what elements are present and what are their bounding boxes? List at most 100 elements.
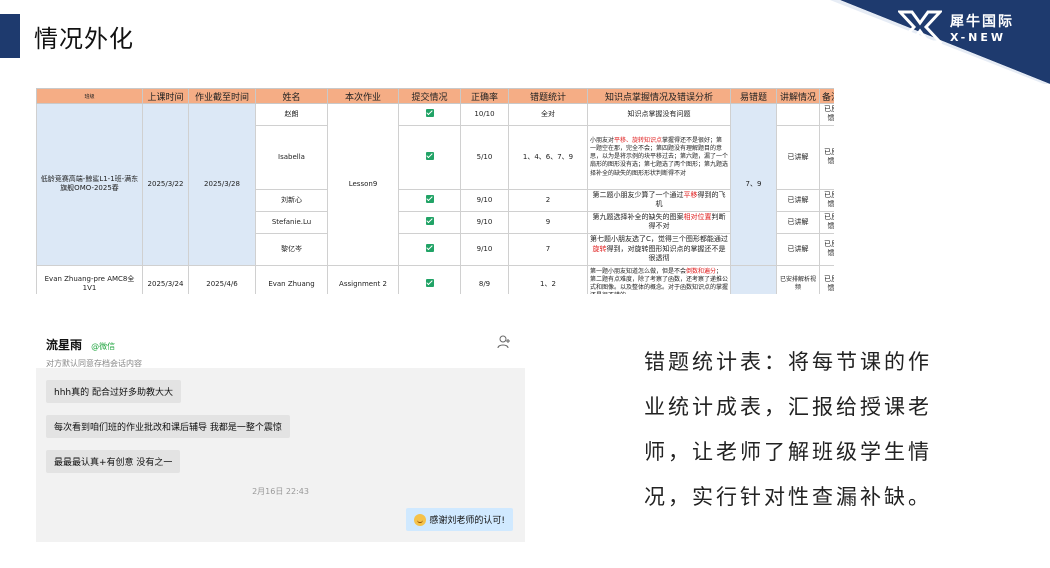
col-header: 正确率	[460, 88, 509, 104]
analysis-text: 第七题小朋友选了C，觉得三个图形都能通过	[590, 235, 728, 244]
deadline-cell: 2025/3/28	[188, 103, 256, 266]
col-header: 上课时间	[142, 88, 189, 104]
chat-timestamp: 2月16日 22:43	[252, 487, 309, 496]
chat-message: hhh真的 配合过好多助教大大	[46, 380, 181, 403]
col-header: 本次作业	[327, 88, 399, 104]
errors-cell: 全对	[508, 103, 588, 126]
date-cell: 2025/3/24	[142, 264, 189, 294]
chat-contact-name: 流星雨	[46, 338, 83, 352]
col-header: 姓名	[255, 88, 328, 104]
homework-cell: Lesson9	[327, 103, 399, 266]
errors-cell: 2	[508, 188, 588, 212]
class-cell: Evan Zhuang-pre AMC8全1V1	[36, 264, 143, 294]
explain-cell: 已讲解	[776, 232, 820, 266]
checkbox-checked-icon	[425, 194, 434, 203]
homework-table: 班级 上课时间 作业截至时间 姓名 本次作业 提交情况 正确率 错题统计 知识点…	[36, 88, 834, 294]
analysis-cell: 第九题选择补全的缺失的图案相对位置判断得不对	[587, 210, 731, 234]
chat-subtitle: 对方默认同意存档会话内容	[46, 359, 142, 368]
checkbox-checked-icon	[425, 278, 434, 287]
col-header: 知识点掌握情况及错误分析	[587, 88, 731, 104]
rate-cell: 10/10	[460, 103, 509, 126]
note-line: 师，让老师了解班级学生情	[644, 440, 932, 464]
checkbox-checked-icon	[425, 151, 434, 160]
analysis-cell: 知识点掌握没有问题	[587, 103, 731, 126]
rate-cell: 9/10	[460, 232, 509, 266]
submit-cell	[398, 232, 461, 266]
analysis-highlight: 旋转	[592, 244, 607, 253]
deadline-cell: 2025/4/6	[188, 264, 256, 294]
analysis-text: 知识点掌握没有问题	[627, 109, 691, 118]
explain-cell: 已讲解	[776, 188, 820, 212]
student-name-cell: Evan Zhuang	[255, 264, 328, 294]
chat-reply-message: 感谢刘老师的认可!	[406, 508, 513, 531]
col-header: 班级	[36, 88, 143, 104]
col-header: 讲解情况	[776, 88, 820, 104]
chat-contact-tag: @微信	[91, 342, 116, 351]
hard-question-cell: 7、9	[730, 103, 777, 266]
analysis-cell: 第二题小朋友少算了一个通过平移得到的飞机	[587, 188, 731, 212]
col-header: 备注	[819, 88, 834, 104]
analysis-cell: 小朋友对平移、旋转知识点掌握得还不是很好；第一题空在那，完全不会；第四题没有理解…	[587, 124, 731, 190]
submit-cell	[398, 124, 461, 190]
logo-en-text: X-NEW	[950, 30, 1007, 44]
note-cell: 已反馈	[819, 232, 834, 266]
brand-logo: 犀牛国际 X-NEW	[898, 6, 1038, 48]
checkbox-checked-icon	[425, 243, 434, 252]
explain-cell: 已讲解	[776, 124, 820, 190]
note-cell: 已反馈	[819, 188, 834, 212]
rate-cell: 9/10	[460, 210, 509, 234]
explain-cell: 已安排解析视频	[776, 264, 820, 294]
errors-cell: 9	[508, 210, 588, 234]
student-name-cell: 黎亿岑	[255, 232, 328, 266]
student-name-cell: Stefanie.Lu	[255, 210, 328, 234]
checkbox-checked-icon	[425, 108, 434, 117]
errors-cell: 1、2	[508, 264, 588, 294]
table-row: 低龄竞赛高端-鲸鲨L1-1班-满东旗舰OMO-2025春 2025/3/22 2…	[36, 103, 834, 266]
explain-cell: 已讲解	[776, 210, 820, 234]
col-header: 易错题	[730, 88, 777, 104]
student-name-cell: 赵朗	[255, 103, 328, 126]
analysis-text: 得到，对旋转图形知识点的掌握还不是很透彻	[606, 244, 726, 262]
logo-cn-text: 犀牛国际	[950, 13, 1014, 30]
note-line: 业统计成表，汇报给授课老	[644, 395, 932, 419]
note-line: 况，实行针对性查漏补缺。	[644, 485, 932, 509]
x-logo-icon	[898, 10, 942, 44]
chat-window: 流星雨 @微信 对方默认同意存档会话内容 hhh真的 配合过好多助教大大 每次看…	[36, 328, 525, 542]
analysis-text: 小朋友对	[590, 137, 615, 145]
errors-cell: 7	[508, 232, 588, 266]
description-note: 错题统计表：将每节课的作 业统计成表，汇报给授课老 师，让老师了解班级学生情 况…	[644, 340, 974, 520]
smile-emoji-icon	[414, 513, 427, 526]
analysis-cell: 第一题小朋友知道怎么做，但是不会倒数和遍分；第二题有点难度，除了考察了函数，还考…	[587, 264, 731, 294]
hard-question-cell	[730, 264, 777, 294]
note-cell: 已反馈	[819, 103, 834, 126]
rate-cell: 8/9	[460, 264, 509, 294]
analysis-highlight: 平移	[683, 190, 698, 199]
checkbox-checked-icon	[425, 216, 434, 225]
slide-title: 情况外化	[34, 25, 134, 53]
analysis-highlight: 平移、旋转知识点	[614, 137, 663, 145]
homework-cell: Assignment 2	[327, 264, 399, 294]
col-header: 提交情况	[398, 88, 461, 104]
submit-cell	[398, 264, 461, 294]
chat-header: 流星雨 @微信 对方默认同意存档会话内容	[36, 328, 525, 368]
explain-cell	[776, 103, 820, 126]
chat-message: 每次看到咱们班的作业批改和课后辅导 我都是一整个震惊	[46, 415, 290, 438]
table-row: Evan Zhuang-pre AMC8全1V1 2025/3/24 2025/…	[36, 264, 834, 294]
analysis-highlight: 倒数和遍分	[686, 268, 717, 276]
analysis-cell: 第七题小朋友选了C，觉得三个图形都能通过旋转得到，对旋转图形知识点的掌握还不是很…	[587, 232, 731, 266]
add-user-icon[interactable]	[497, 335, 511, 349]
col-header: 错题统计	[508, 88, 588, 104]
analysis-text: 第二题小朋友少算了一个通过	[592, 190, 684, 199]
rate-cell: 5/10	[460, 124, 509, 190]
submit-cell	[398, 188, 461, 212]
class-cell: 低龄竞赛高端-鲸鲨L1-1班-满东旗舰OMO-2025春	[36, 103, 143, 266]
submit-cell	[398, 210, 461, 234]
note-cell: 已反馈	[819, 210, 834, 234]
analysis-text: 第九题选择补全的缺失的图案	[592, 212, 684, 221]
date-cell: 2025/3/22	[142, 103, 189, 266]
errors-cell: 1、4、6、7、9	[508, 124, 588, 190]
note-cell: 已反馈	[819, 124, 834, 190]
col-header: 作业截至时间	[188, 88, 256, 104]
submit-cell	[398, 103, 461, 126]
title-accent-bar	[0, 14, 20, 58]
